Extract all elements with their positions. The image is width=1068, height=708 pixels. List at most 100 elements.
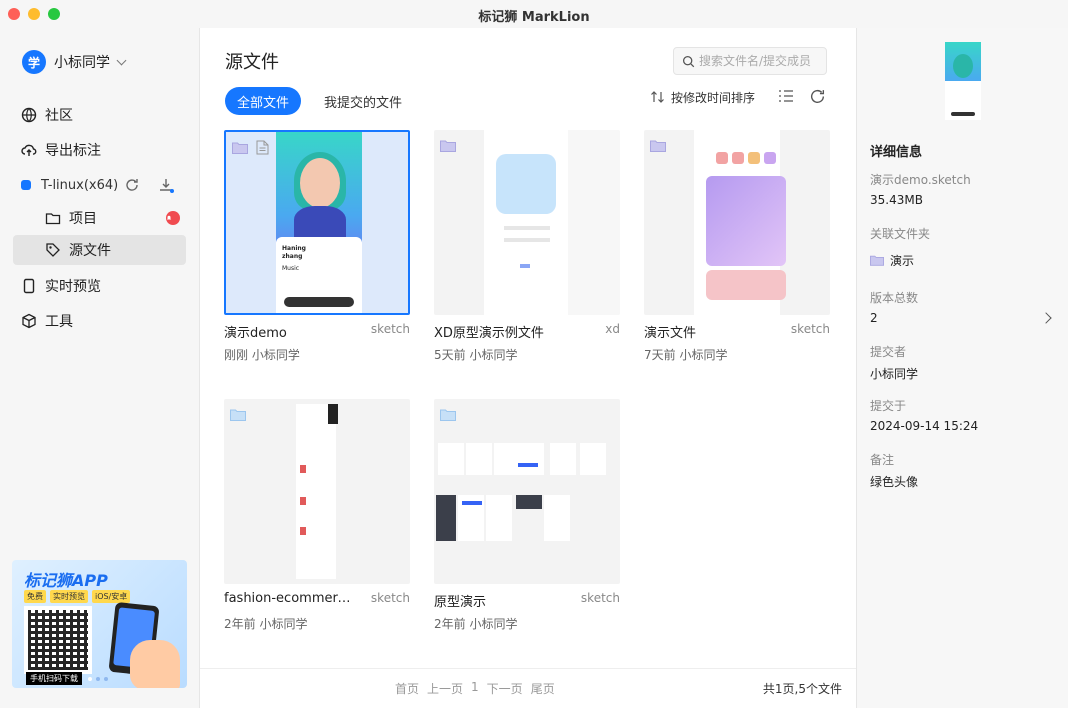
bell-icon	[166, 215, 172, 220]
folder-icon	[440, 140, 456, 152]
qr-code	[24, 606, 92, 674]
folder-icon	[45, 213, 61, 225]
detail-versions-label: 版本总数	[870, 291, 919, 305]
pager-last[interactable]: 尾页	[531, 680, 555, 697]
file-type: sketch	[370, 322, 410, 336]
promo-tag: iOS/安卓	[92, 590, 131, 603]
total-count: 共1页,5个文件	[762, 682, 842, 696]
pager-first[interactable]: 首页	[395, 680, 419, 697]
detail-submitter-value: 小标同学	[870, 367, 919, 381]
title-bar: 标记狮 MarkLion	[0, 0, 1068, 28]
refresh-icon[interactable]	[124, 177, 140, 193]
chevron-down-icon	[116, 55, 127, 65]
user-menu[interactable]: 学 小标同学	[22, 50, 127, 74]
folder-icon	[230, 409, 246, 421]
project-label: T-linux(x64)	[41, 177, 119, 193]
pager-current[interactable]: 1	[471, 680, 479, 697]
tab-all-files[interactable]: 全部文件	[225, 87, 302, 115]
file-card[interactable]: fashion-ecommerce-u... sketch 2年前 小标同学	[224, 399, 410, 631]
file-thumbnail[interactable]	[644, 130, 830, 315]
file-thumbnail[interactable]: Haning zhang Music	[224, 130, 410, 315]
nav-label: 工具	[45, 314, 73, 330]
folder-icon	[232, 142, 248, 154]
nav-export-annotations[interactable]: 导出标注	[13, 135, 186, 165]
file-name: XD原型演示例文件	[434, 326, 544, 341]
list-view-icon[interactable]	[778, 89, 794, 103]
preview-illustration	[706, 176, 786, 266]
file-name: 原型演示	[434, 595, 487, 610]
divider	[200, 668, 856, 669]
detail-size: 35.43MB	[870, 193, 923, 207]
detail-folder-label: 关联文件夹	[870, 227, 931, 241]
file-name: 演示demo	[224, 326, 287, 341]
pager-next[interactable]: 下一页	[487, 680, 523, 697]
file-card[interactable]: XD原型演示例文件 xd 5天前 小标同学	[434, 130, 620, 362]
refresh-icon[interactable]	[809, 88, 826, 105]
nav-label: 实时预览	[45, 279, 101, 295]
promo-caption: 手机扫码下载	[26, 672, 82, 685]
detail-note-value: 绿色头像	[870, 475, 919, 489]
file-name: fashion-ecommerce-u...	[224, 591, 354, 606]
sort-button[interactable]: 按修改时间排序	[650, 88, 755, 106]
file-meta: 5天前 小标同学	[434, 348, 518, 362]
sidebar: 学 小标同学 社区 导出标注 T-linux(x64) 项目 源文件 实时预览 …	[0, 28, 200, 708]
preview-subtitle: Music	[282, 265, 300, 272]
file-name: 演示文件	[644, 326, 697, 341]
detail-folder[interactable]: 演示	[870, 252, 914, 269]
folder-icon	[650, 140, 666, 152]
promo-tag: 实时预览	[50, 590, 88, 603]
detail-submitter-label: 提交者	[870, 345, 907, 359]
folder-icon	[870, 255, 884, 266]
phone-icon	[23, 278, 35, 294]
file-card[interactable]: 原型演示 sketch 2年前 小标同学	[434, 399, 620, 631]
file-type: sketch	[580, 591, 620, 605]
window-title: 标记狮 MarkLion	[478, 10, 590, 25]
sort-label: 按修改时间排序	[671, 90, 756, 105]
file-type: sketch	[790, 322, 830, 336]
preview-name-line: zhang	[282, 253, 303, 260]
file-card[interactable]: Haning zhang Music 演示demo sketch 刚刚 小标同学	[224, 130, 410, 362]
search-icon	[682, 55, 695, 67]
community-icon	[21, 107, 37, 123]
nav-tools[interactable]: 工具	[13, 306, 186, 336]
search-input[interactable]	[699, 54, 819, 68]
carousel-dots[interactable]	[88, 677, 108, 681]
detail-thumbnail	[945, 42, 981, 120]
detail-submitted-label: 提交于	[870, 399, 907, 413]
detail-heading: 详细信息	[870, 145, 923, 160]
detail-submitted-value: 2024-09-14 15:24	[870, 419, 979, 433]
nav-source-files[interactable]: 源文件	[13, 235, 186, 265]
tab-my-files[interactable]: 我提交的文件	[324, 87, 402, 115]
detail-filename: 演示demo.sketch	[870, 173, 971, 187]
file-type: xd	[605, 322, 620, 336]
page-title: 源文件	[225, 52, 279, 73]
preview-name-line: Haning	[282, 245, 306, 252]
detail-panel: 详细信息 演示demo.sketch 35.43MB 关联文件夹 演示 版本总数…	[856, 28, 1068, 708]
folder-icon	[440, 409, 456, 421]
nav-label: 源文件	[69, 243, 111, 259]
nav-projects[interactable]: 项目	[13, 203, 186, 233]
file-thumbnail[interactable]	[434, 130, 620, 315]
download-icon[interactable]	[158, 177, 174, 193]
file-thumbnail[interactable]	[434, 399, 620, 584]
project-color-dot	[21, 180, 31, 190]
project-item[interactable]: T-linux(x64)	[13, 170, 186, 200]
nav-community[interactable]: 社区	[13, 100, 186, 130]
preview-illustration	[496, 154, 556, 214]
preview-screen	[296, 404, 336, 579]
user-name: 小标同学	[54, 55, 110, 71]
file-meta: 刚刚 小标同学	[224, 348, 300, 362]
chevron-right-icon[interactable]	[1040, 312, 1052, 324]
preview-screen: Haning zhang Music	[276, 132, 362, 313]
search-box[interactable]	[673, 47, 827, 75]
nav-live-preview[interactable]: 实时预览	[13, 271, 186, 301]
app-promo-banner[interactable]: 标记狮APP 免费 实时预览 iOS/安卓 手机扫码下载	[12, 560, 187, 688]
file-card[interactable]: 演示文件 sketch 7天前 小标同学	[644, 130, 830, 362]
promo-title: 标记狮APP	[24, 571, 108, 590]
nav-label: 社区	[45, 108, 73, 124]
pagination: 首页 上一页 1 下一页 尾页	[395, 680, 555, 697]
pager-prev[interactable]: 上一页	[427, 680, 463, 697]
file-thumbnail[interactable]	[224, 399, 410, 584]
file-meta: 7天前 小标同学	[644, 348, 728, 362]
file-icon	[256, 140, 269, 155]
